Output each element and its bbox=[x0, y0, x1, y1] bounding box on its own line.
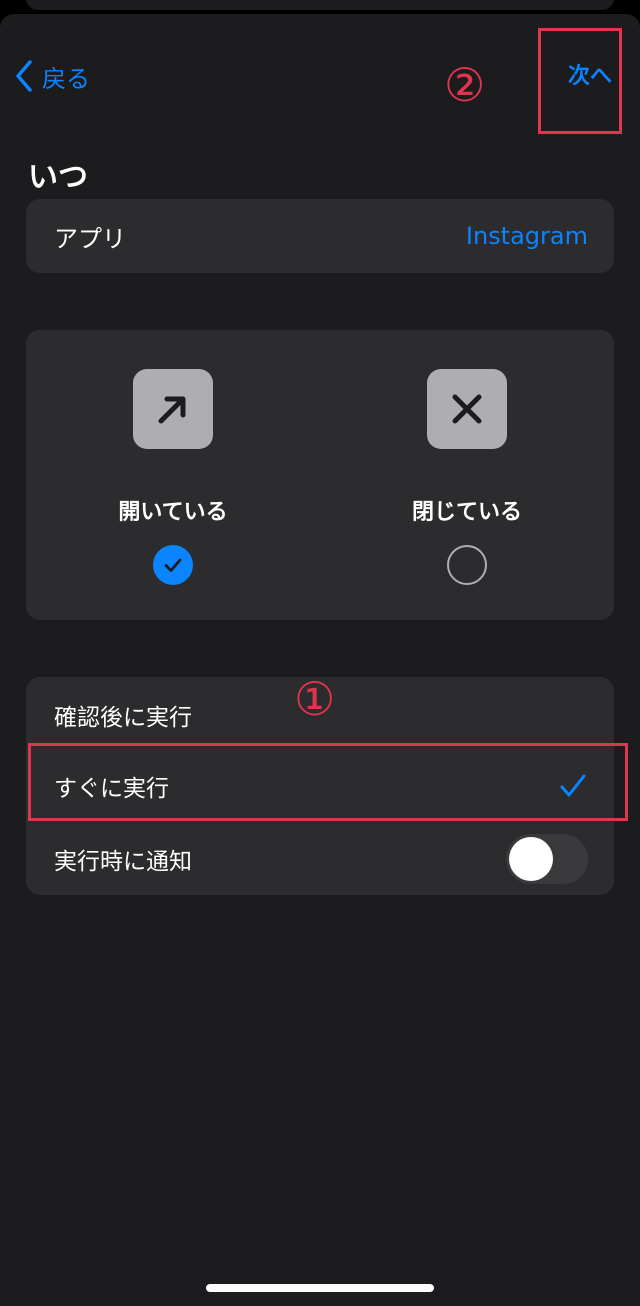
option-label: 実行時に通知 bbox=[54, 849, 192, 875]
radio-unchecked-icon[interactable] bbox=[447, 545, 487, 585]
arrow-up-right-icon bbox=[133, 369, 213, 449]
app-row-label: アプリ bbox=[54, 224, 126, 253]
annotation-box-next bbox=[538, 28, 622, 134]
app-row[interactable]: アプリ Instagram bbox=[26, 199, 614, 273]
annotation-box-run-immediately bbox=[28, 743, 628, 821]
page-title: いつ bbox=[28, 160, 88, 195]
app-row-value: Instagram bbox=[465, 222, 588, 250]
annotation-step-2: ② bbox=[444, 58, 486, 112]
chevron-left-icon bbox=[16, 60, 32, 92]
back-label: 戻る bbox=[42, 64, 90, 93]
app-state-selector: 開いている 閉じている bbox=[26, 330, 614, 620]
state-label-open: 開いている bbox=[118, 500, 228, 525]
state-label-closed: 閉じている bbox=[411, 500, 522, 525]
state-option-closed[interactable]: 閉じている bbox=[320, 330, 614, 620]
x-mark-icon bbox=[427, 369, 507, 449]
option-notify-on-run: 実行時に通知 bbox=[26, 823, 614, 895]
option-label: 確認後に実行 bbox=[54, 705, 192, 731]
home-indicator[interactable] bbox=[206, 1284, 434, 1292]
background-sheet bbox=[26, 0, 614, 10]
state-option-open[interactable]: 開いている bbox=[26, 330, 320, 620]
radio-checked-icon[interactable] bbox=[153, 545, 193, 585]
back-button[interactable]: 戻る bbox=[14, 58, 90, 94]
annotation-step-1: ① bbox=[294, 672, 336, 726]
toggle-knob bbox=[509, 837, 553, 881]
notify-toggle[interactable] bbox=[506, 834, 588, 884]
